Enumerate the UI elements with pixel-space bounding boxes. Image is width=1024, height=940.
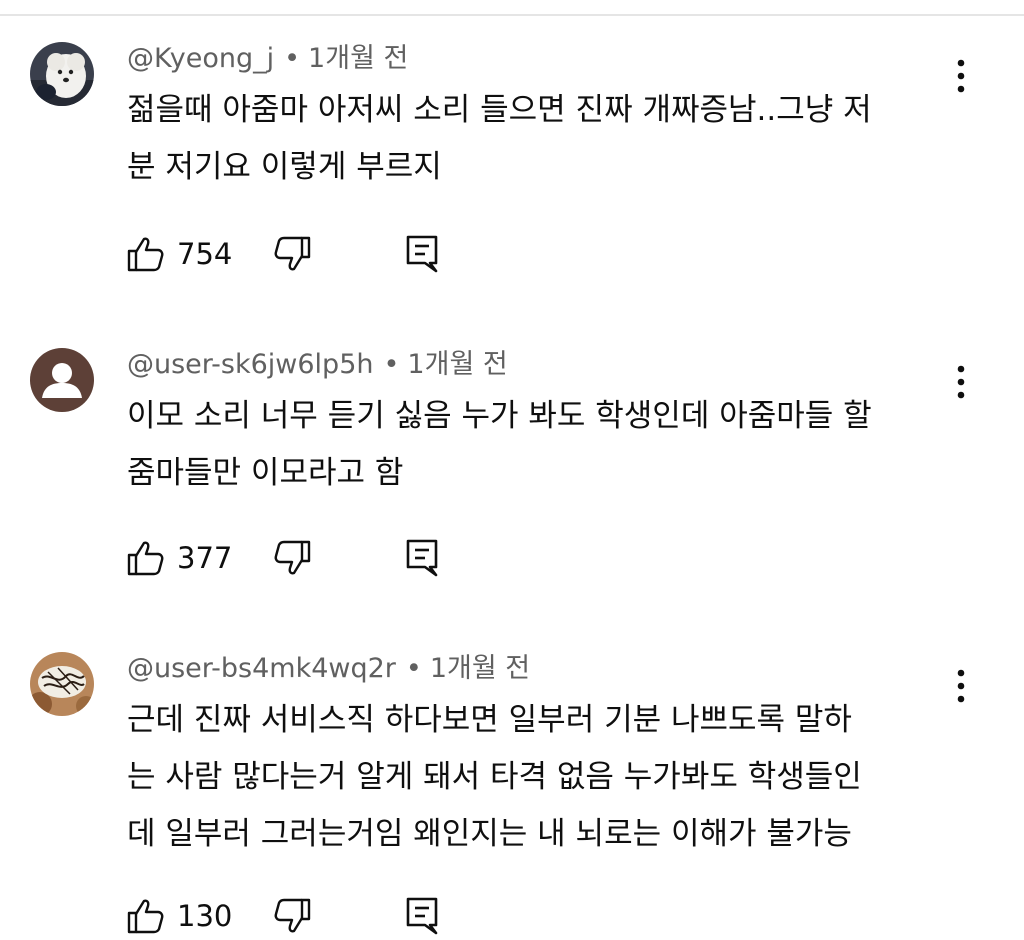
- comment-text-line: 젊을때 아줌마 아저씨 소리 들으면 진짜 개짜증남..그냥 저: [127, 92, 872, 128]
- thumbs-down-icon[interactable]: [273, 234, 313, 274]
- comment-text-line: 데 일부러 그러는거임 왜인지는 내 뇌로는 이해가 불가능: [127, 816, 852, 852]
- comment-meta: @user-bs4mk4wq2r • 1개월 전: [127, 654, 530, 684]
- comment-time[interactable]: 1개월 전: [430, 653, 530, 684]
- thumbs-down-icon[interactable]: [273, 538, 313, 578]
- reply-comment-icon[interactable]: [405, 538, 441, 578]
- comment-author[interactable]: @Kyeong_j: [127, 43, 274, 74]
- comment-author[interactable]: @user-sk6jw6lp5h: [127, 349, 373, 380]
- meta-separator: •: [284, 43, 301, 74]
- top-divider: [0, 14, 1024, 16]
- thumbs-down-icon[interactable]: [273, 896, 313, 936]
- comment-time[interactable]: 1개월 전: [407, 349, 507, 380]
- default-user-avatar-icon: [30, 348, 94, 412]
- comment-text-line: 줌마들만 이모라고 함: [127, 455, 404, 491]
- thumbs-up-icon[interactable]: [125, 234, 165, 274]
- comment-text: 젊을때 아줌마 아저씨 소리 들으면 진짜 개짜증남..그냥 저 분 저기요 이…: [127, 82, 957, 196]
- white-dog-avatar-icon: [30, 42, 94, 106]
- avatar[interactable]: [30, 348, 94, 412]
- dessert-avatar-icon: [30, 652, 94, 716]
- comment-time[interactable]: 1개월 전: [308, 43, 408, 74]
- comment-text-line: 분 저기요 이렇게 부르지: [127, 149, 442, 185]
- comment-meta: @Kyeong_j • 1개월 전: [127, 44, 408, 74]
- avatar[interactable]: [30, 42, 94, 106]
- thumbs-up-icon[interactable]: [125, 538, 165, 578]
- comment-text: 근데 진짜 서비스직 하다보면 일부러 기분 나쁘도록 말하 는 사람 많다는거…: [127, 692, 957, 863]
- comment-author[interactable]: @user-bs4mk4wq2r: [127, 653, 396, 684]
- meta-separator: •: [383, 349, 400, 380]
- comment-text: 이모 소리 너무 듣기 싫음 누가 봐도 학생인데 아줌마들 할 줌마들만 이모…: [127, 388, 957, 502]
- comment-meta: @user-sk6jw6lp5h • 1개월 전: [127, 350, 508, 380]
- thumbs-up-icon[interactable]: [125, 896, 165, 936]
- comment-text-line: 이모 소리 너무 듣기 싫음 누가 봐도 학생인데 아줌마들 할: [127, 398, 872, 434]
- avatar[interactable]: [30, 652, 94, 716]
- like-count: 377: [177, 541, 233, 575]
- comment-text-line: 는 사람 많다는거 알게 돼서 타격 없음 누가봐도 학생들인: [127, 759, 862, 795]
- reply-comment-icon[interactable]: [405, 896, 441, 936]
- like-count: 130: [177, 899, 233, 933]
- meta-separator: •: [405, 653, 422, 684]
- like-count: 754: [177, 237, 233, 271]
- reply-comment-icon[interactable]: [405, 234, 441, 274]
- comment-text-line: 근데 진짜 서비스직 하다보면 일부러 기분 나쁘도록 말하: [127, 702, 852, 738]
